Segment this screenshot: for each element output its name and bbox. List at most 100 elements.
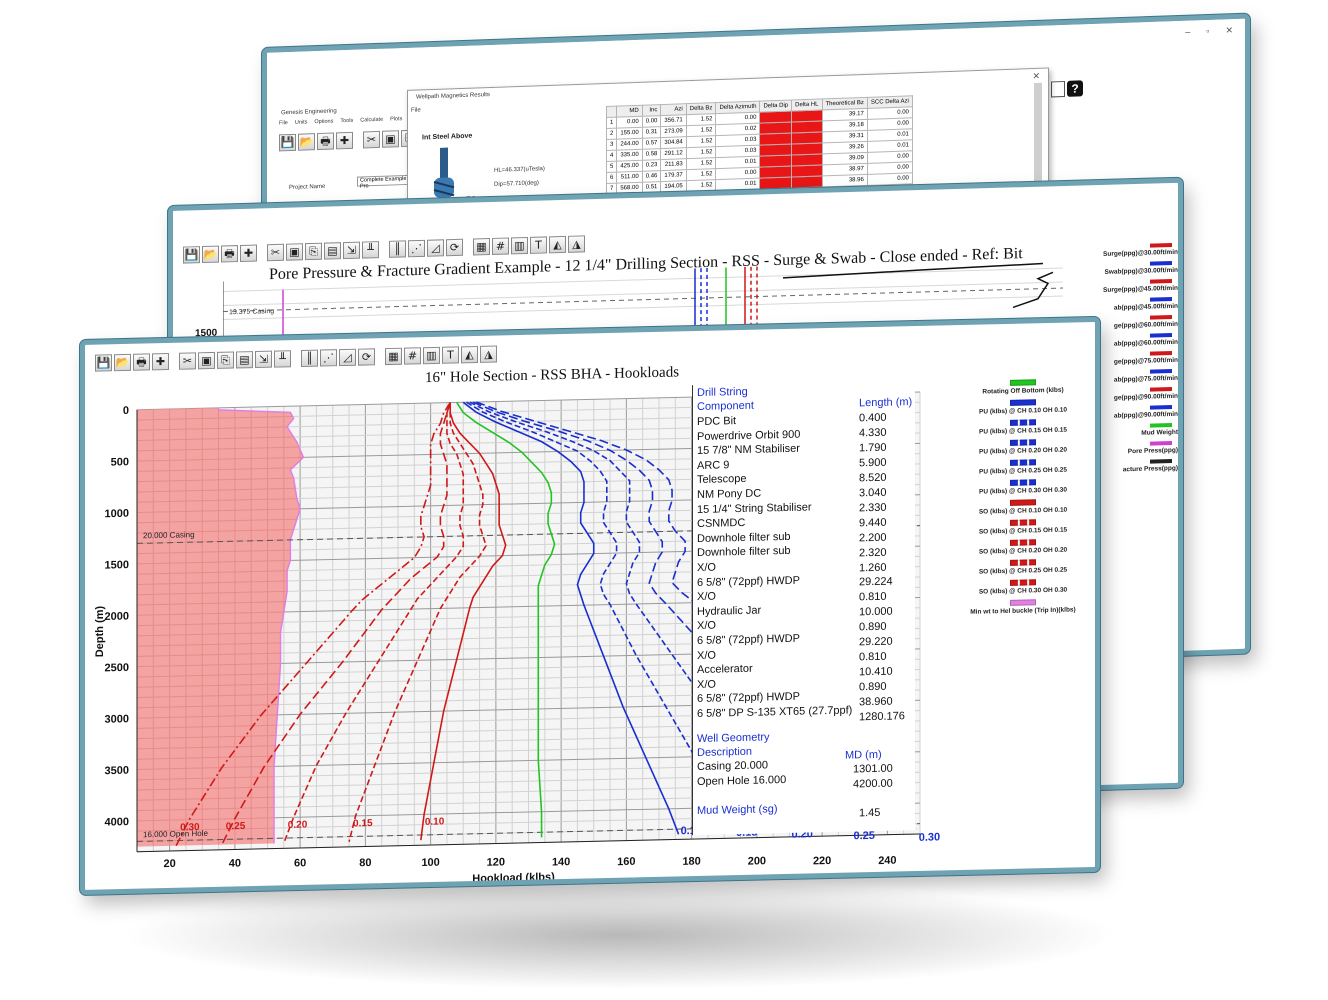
image-icon[interactable]: ▣ bbox=[286, 243, 303, 261]
legend-entry: SO (klbs) @ CH 0.25 OH 0.25 bbox=[953, 558, 1093, 576]
swab-icon[interactable]: ◮ bbox=[480, 345, 497, 363]
tools-icon[interactable]: ✂ bbox=[179, 352, 196, 370]
grid-icon[interactable]: # bbox=[492, 237, 509, 255]
chart-icon[interactable]: ▤ bbox=[236, 351, 253, 369]
drill-icon[interactable]: ╨ bbox=[274, 350, 291, 368]
menu-item[interactable]: Options bbox=[314, 119, 333, 126]
table-cell: 273.09 bbox=[660, 125, 687, 138]
component-length: 0.400 bbox=[859, 411, 887, 425]
geometry-md: 1301.00 bbox=[853, 762, 893, 776]
component-length: 2.330 bbox=[859, 501, 887, 515]
export-icon[interactable]: ⇲ bbox=[255, 350, 272, 369]
y-axis-label: Depth (m) bbox=[94, 605, 106, 657]
open-icon[interactable]: 📂 bbox=[298, 133, 315, 151]
component-length: 0.890 bbox=[859, 620, 887, 634]
open-icon[interactable]: 📂 bbox=[202, 245, 219, 264]
drill-icon[interactable]: ╨ bbox=[362, 241, 379, 259]
crosshair-icon[interactable]: ✚ bbox=[152, 352, 169, 371]
grid-icon[interactable]: # bbox=[404, 347, 421, 365]
legend-swatch bbox=[1010, 459, 1036, 466]
x-tick-label: 220 bbox=[813, 855, 831, 867]
print-icon[interactable]: 🖶 bbox=[133, 353, 150, 371]
open-icon[interactable]: 📂 bbox=[114, 353, 131, 372]
dialog-scrollbar[interactable] bbox=[1034, 82, 1042, 194]
legend-swatch bbox=[1010, 579, 1036, 586]
table-icon[interactable]: ▦ bbox=[473, 238, 490, 256]
close-button[interactable]: ✕ bbox=[1225, 25, 1233, 36]
legend-entry: SO (klbs) @ CH 0.30 OH 0.30 bbox=[953, 578, 1093, 596]
swab-icon[interactable]: ◮ bbox=[568, 235, 585, 253]
dialog-menu[interactable]: File bbox=[411, 107, 421, 113]
pipe-icon[interactable]: ║ bbox=[301, 349, 318, 367]
help-icon[interactable]: ? bbox=[1067, 80, 1083, 97]
legend-label: PU (klbs) @ CH 0.10 OH 0.10 bbox=[979, 406, 1067, 416]
legend-entry: PU (klbs) @ CH 0.10 OH 0.10 bbox=[953, 398, 1093, 416]
refresh-icon[interactable]: ⟳ bbox=[358, 348, 375, 366]
line-chart-icon[interactable]: ⋰ bbox=[320, 349, 337, 367]
refresh-icon[interactable]: ⟳ bbox=[446, 238, 463, 257]
legend-swatch bbox=[1150, 260, 1172, 266]
y-tick-label: 0 bbox=[123, 405, 129, 417]
tools-icon[interactable]: ✂ bbox=[267, 243, 284, 262]
save-icon[interactable]: 💾 bbox=[183, 246, 200, 264]
bha-icon[interactable]: ▥ bbox=[511, 236, 528, 255]
x-tick-label: 20 bbox=[164, 858, 176, 870]
area-chart-icon[interactable]: ◿ bbox=[339, 348, 356, 367]
image-icon[interactable]: ▣ bbox=[198, 351, 215, 370]
menu-item[interactable]: Units bbox=[295, 119, 308, 125]
line-chart-icon[interactable]: ⋰ bbox=[408, 239, 425, 258]
component-length: 4.330 bbox=[859, 426, 887, 440]
maximize-button[interactable]: ▫ bbox=[1206, 26, 1209, 37]
chart-info-panel: Drill String Component Length (m) PDC Bi… bbox=[692, 380, 915, 836]
surge-icon[interactable]: ◭ bbox=[549, 235, 566, 254]
so-curve-label: 0.15 bbox=[353, 818, 373, 829]
menu-item[interactable]: Calculate bbox=[360, 117, 383, 124]
export-icon[interactable]: ⇲ bbox=[343, 241, 360, 260]
pipe-icon[interactable]: ║ bbox=[389, 240, 406, 258]
component-name: X/O bbox=[697, 619, 716, 633]
chart-icon[interactable]: ▤ bbox=[324, 242, 341, 260]
save-icon[interactable]: 💾 bbox=[95, 354, 112, 372]
menu-item[interactable]: File bbox=[279, 120, 288, 126]
legend-label: SO (klbs) @ CH 0.10 OH 0.10 bbox=[978, 506, 1068, 516]
component-length: 8.520 bbox=[859, 471, 887, 485]
table-cell: 511.00 bbox=[616, 171, 643, 184]
description-header: Description bbox=[697, 745, 753, 759]
legend-swatch bbox=[1010, 399, 1036, 406]
component-length: 10.410 bbox=[859, 665, 893, 679]
menu-item[interactable]: Plots bbox=[390, 116, 402, 122]
print-icon[interactable]: 🖶 bbox=[221, 245, 238, 263]
print-icon[interactable]: 🖶 bbox=[317, 132, 334, 151]
component-length: 5.900 bbox=[859, 456, 887, 470]
area-chart-icon[interactable]: ◿ bbox=[427, 239, 444, 257]
tools-icon[interactable]: ✂ bbox=[363, 130, 380, 149]
image-icon[interactable]: ▣ bbox=[382, 130, 399, 148]
bha-icon[interactable]: ▥ bbox=[423, 346, 440, 365]
menu-item[interactable]: Tools bbox=[340, 118, 353, 124]
copy-icon[interactable]: ⎘ bbox=[305, 242, 322, 261]
table-cell: 6 bbox=[606, 172, 617, 184]
legend-entry: Surge(ppg)@30.00ft/min bbox=[1083, 242, 1178, 259]
legend-label: Surge(ppg)@45.00ft/min bbox=[1103, 284, 1178, 294]
component-length: 1.260 bbox=[859, 561, 887, 574]
save-icon[interactable]: 💾 bbox=[279, 133, 296, 152]
table-icon[interactable]: ▦ bbox=[385, 347, 402, 366]
window-icon[interactable] bbox=[1051, 80, 1065, 98]
dialog-close-button[interactable]: ✕ bbox=[1032, 71, 1040, 82]
copy-icon[interactable]: ⎘ bbox=[217, 351, 234, 369]
torque-icon[interactable]: T bbox=[442, 346, 459, 364]
legend-swatch bbox=[1010, 419, 1036, 426]
legend-entry: PU (klbs) @ CH 0.20 OH 0.20 bbox=[953, 438, 1093, 456]
so-curve-label: 0.25 bbox=[226, 821, 246, 832]
component-length: 2.320 bbox=[859, 546, 887, 559]
x-tick-label: 80 bbox=[359, 857, 371, 869]
legend-swatch bbox=[1150, 278, 1172, 284]
torque-icon[interactable]: T bbox=[530, 236, 547, 254]
legend-label: Rotating Off Bottom (klbs) bbox=[982, 386, 1064, 396]
crosshair-icon[interactable]: ✚ bbox=[240, 244, 257, 262]
steel-label: Int Steel Above bbox=[422, 132, 473, 142]
minimize-button[interactable]: – bbox=[1185, 27, 1190, 38]
crosshair-icon[interactable]: ✚ bbox=[336, 131, 353, 150]
legend-swatch bbox=[1010, 559, 1036, 566]
surge-icon[interactable]: ◭ bbox=[461, 345, 478, 364]
